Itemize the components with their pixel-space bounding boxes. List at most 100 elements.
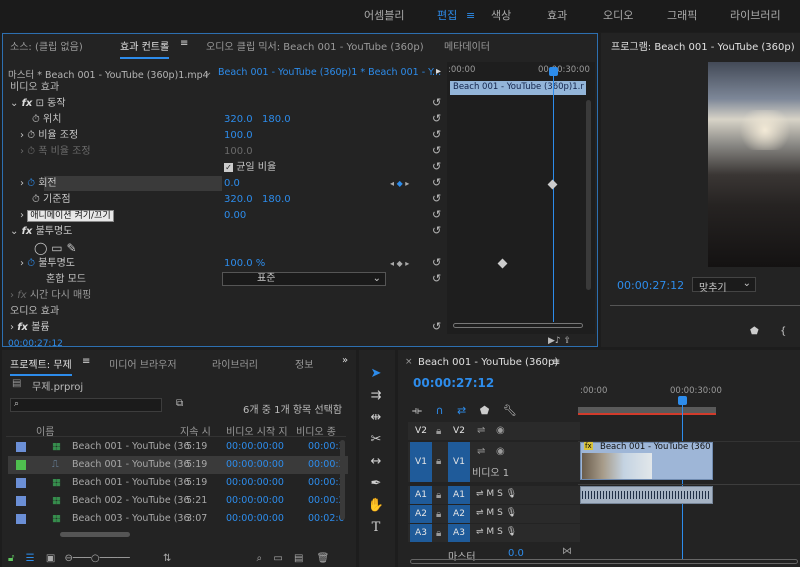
lock-icon[interactable]: 🔒︎ bbox=[436, 509, 441, 520]
label-color-swatch[interactable] bbox=[16, 460, 26, 470]
program-timecode[interactable]: 00:00:27:12 bbox=[617, 279, 684, 292]
eye-icon[interactable]: ◉ bbox=[496, 425, 505, 436]
tab-menu-icon[interactable]: ≡ bbox=[552, 357, 560, 368]
sequence-clip-label[interactable]: Beach 001 - YouTube (360p)1 * Beach 001 … bbox=[218, 67, 441, 78]
reset-icon[interactable]: ↺ bbox=[432, 128, 441, 141]
source-patch-a1[interactable]: A1 bbox=[410, 486, 432, 504]
mark-in-icon[interactable]: { bbox=[780, 326, 786, 337]
project-h-scrollbar[interactable] bbox=[60, 532, 130, 537]
reset-icon[interactable]: ↺ bbox=[432, 208, 441, 221]
project-row[interactable]: ▦ Beach 003 - YouTube (36 3:07 00:00:00:… bbox=[8, 510, 348, 528]
volume-row[interactable]: › fx 볼륨 bbox=[10, 320, 50, 336]
track-select-tool-icon[interactable]: ⇉ bbox=[366, 386, 386, 406]
eye-icon[interactable]: ◉ bbox=[496, 446, 505, 457]
workspace-audio[interactable]: 오디오 bbox=[603, 0, 633, 32]
workspace-graphics[interactable]: 그래픽 bbox=[667, 0, 697, 32]
reset-icon[interactable]: ↺ bbox=[432, 256, 441, 269]
source-patch-v2[interactable]: V2 bbox=[410, 422, 432, 440]
track-target-a2[interactable]: A2 bbox=[448, 505, 470, 523]
program-scrubber[interactable] bbox=[610, 300, 800, 306]
reset-icon[interactable]: ↺ bbox=[432, 96, 441, 109]
tab-info[interactable]: 정보 bbox=[295, 356, 313, 371]
settings-wrench-icon[interactable]: 🔧︎ bbox=[503, 404, 517, 417]
expand-icon[interactable]: › bbox=[20, 130, 24, 141]
anti-flicker-value[interactable]: 0.00 bbox=[224, 208, 246, 224]
keyframe-nav-opacity[interactable]: ◂ ◆ ▸ bbox=[390, 256, 409, 272]
timeline-h-scrollbar[interactable] bbox=[410, 559, 798, 564]
source-patch-a2[interactable]: A2 bbox=[410, 505, 432, 523]
tab-source[interactable]: 소스: (클립 없음) bbox=[10, 38, 83, 53]
list-view-icon[interactable]: ☰ bbox=[26, 553, 35, 564]
lock-icon[interactable]: 🔒︎ bbox=[436, 426, 441, 437]
workspace-assembly[interactable]: 어셈블리 bbox=[364, 0, 404, 32]
ec-scrollbar[interactable] bbox=[453, 323, 583, 328]
track-target-a3[interactable]: A3 bbox=[448, 524, 470, 542]
mic-icon[interactable]: 🎙︎ bbox=[506, 508, 517, 518]
lock-icon[interactable]: 🔓︎ bbox=[8, 553, 14, 564]
tab-audio-mixer[interactable]: 오디오 클립 믹서: Beach 001 - YouTube (360p) bbox=[206, 38, 424, 53]
add-marker-icon[interactable]: ⬟ bbox=[480, 404, 490, 417]
new-item-icon[interactable]: ▤ bbox=[294, 553, 303, 564]
position-y-value[interactable]: 180.0 bbox=[262, 112, 291, 128]
sync-lock-icon[interactable]: ⇌ bbox=[476, 527, 484, 537]
project-row[interactable]: ▦ Beach 001 - YouTube (36 5:19 00:00:00:… bbox=[8, 474, 348, 492]
mic-icon[interactable]: 🎙︎ bbox=[506, 527, 517, 537]
col-name[interactable]: 이름 bbox=[36, 423, 54, 438]
track-target-a1[interactable]: A1 bbox=[448, 486, 470, 504]
label-color-swatch[interactable] bbox=[16, 514, 26, 524]
master-track-value[interactable]: 0.0 bbox=[508, 548, 524, 559]
reset-icon[interactable]: ↺ bbox=[432, 320, 441, 333]
workspace-editing[interactable]: 편집 bbox=[437, 0, 457, 32]
ec-vertical-scrollbar[interactable] bbox=[586, 100, 591, 290]
pen-mask-icon[interactable]: ✎ bbox=[66, 241, 76, 255]
lock-icon[interactable]: 🔒︎ bbox=[436, 528, 441, 539]
expand-icon[interactable]: ⌄ bbox=[10, 98, 22, 109]
work-area-bar[interactable] bbox=[578, 407, 716, 415]
sync-lock-icon[interactable]: ⇌ bbox=[476, 489, 484, 499]
anchor-y-value[interactable]: 180.0 bbox=[262, 192, 291, 208]
timeline-timecode[interactable]: 00:00:27:12 bbox=[413, 376, 494, 390]
hand-tool-icon[interactable]: ✋ bbox=[366, 496, 386, 516]
source-patch-a3[interactable]: A3 bbox=[410, 524, 432, 542]
position-x-value[interactable]: 320.0 bbox=[224, 112, 253, 128]
razor-tool-icon[interactable]: ✂ bbox=[366, 430, 386, 450]
sort-icon[interactable]: ⇅ bbox=[163, 553, 171, 564]
position-row[interactable]: ⏱ 위치 bbox=[32, 112, 61, 128]
uniform-scale-row[interactable]: ✓ 균일 비율 bbox=[224, 160, 276, 176]
stopwatch-icon[interactable]: ⏱ bbox=[32, 114, 40, 125]
reset-icon[interactable]: ↺ bbox=[432, 160, 441, 173]
tab-menu-icon[interactable]: ≡ bbox=[180, 38, 188, 49]
icon-view-icon[interactable]: ▣ bbox=[46, 553, 55, 564]
track-target-v2[interactable]: V2 bbox=[448, 422, 470, 440]
project-row-selected[interactable]: ⎍ Beach 001 - YouTube (36 5:19 00:00:00:… bbox=[8, 456, 348, 474]
label-color-swatch[interactable] bbox=[16, 496, 26, 506]
anchor-x-value[interactable]: 320.0 bbox=[224, 192, 253, 208]
chevron-down-icon[interactable]: ⌄ bbox=[204, 67, 212, 78]
marker-icon[interactable]: ⬟ bbox=[750, 326, 759, 337]
solo-button[interactable]: S bbox=[497, 527, 503, 537]
sync-lock-icon[interactable]: ⇌ bbox=[477, 425, 485, 436]
mute-button[interactable]: M bbox=[486, 527, 494, 537]
tab-program[interactable]: 프로그램: Beach 001 - YouTube (360p) bbox=[611, 38, 795, 53]
lock-icon[interactable]: 🔒︎ bbox=[436, 490, 441, 501]
tab-media-browser[interactable]: 미디어 브라우저 bbox=[109, 356, 177, 371]
rectangle-mask-icon[interactable]: ▭ bbox=[51, 241, 62, 255]
tab-metadata[interactable]: 메타데이터 bbox=[444, 38, 490, 53]
zoom-slider[interactable]: ⊖───○───── bbox=[64, 553, 129, 564]
checkbox-checked-icon[interactable]: ✓ bbox=[224, 163, 233, 172]
linked-selection-icon[interactable]: ⇄ bbox=[457, 404, 466, 417]
col-video-in[interactable]: 비디오 시작 지 bbox=[226, 423, 288, 438]
ellipse-mask-icon[interactable]: ◯ bbox=[34, 241, 47, 255]
reset-icon[interactable]: ↺ bbox=[432, 144, 441, 157]
ripple-edit-tool-icon[interactable]: ⇹ bbox=[366, 408, 386, 428]
pen-tool-icon[interactable]: ✒ bbox=[366, 474, 386, 494]
workspace-libraries[interactable]: 라이브러리 bbox=[730, 0, 781, 32]
new-bin-icon[interactable]: ▭ bbox=[273, 553, 282, 564]
solo-button[interactable]: S bbox=[497, 508, 503, 518]
workspace-effects[interactable]: 효과 bbox=[547, 0, 567, 32]
stopwatch-active-icon[interactable]: ⏱ bbox=[27, 258, 35, 269]
export-icon[interactable]: ⇪ bbox=[564, 336, 572, 346]
anchor-row[interactable]: ⏱ 기준점 bbox=[32, 192, 71, 208]
selection-tool-icon[interactable]: ➤ bbox=[366, 364, 386, 384]
mute-button[interactable]: M bbox=[486, 508, 494, 518]
